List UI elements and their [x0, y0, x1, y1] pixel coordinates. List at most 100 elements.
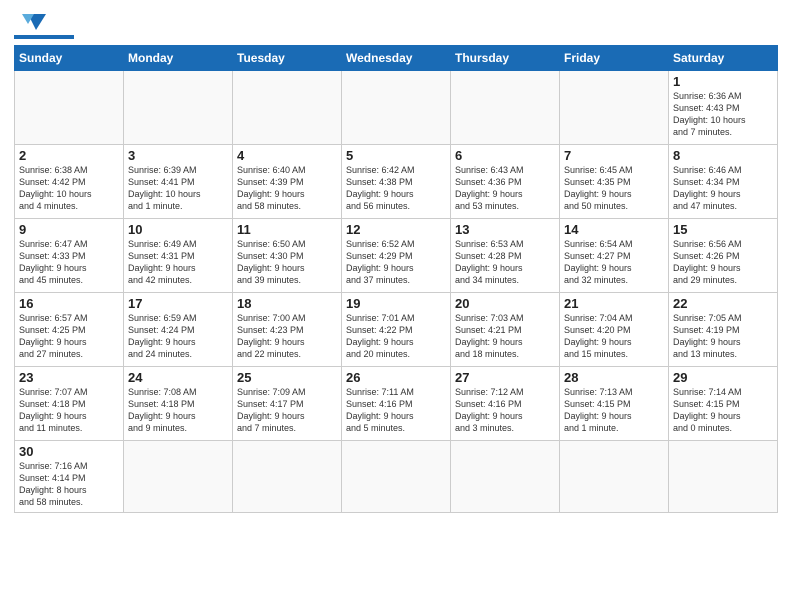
day-number: 30 — [19, 444, 119, 459]
day-info: Sunrise: 6:46 AM Sunset: 4:34 PM Dayligh… — [673, 164, 773, 213]
day-info: Sunrise: 7:04 AM Sunset: 4:20 PM Dayligh… — [564, 312, 664, 361]
day-info: Sunrise: 7:11 AM Sunset: 4:16 PM Dayligh… — [346, 386, 446, 435]
calendar-cell — [451, 71, 560, 145]
day-info: Sunrise: 6:43 AM Sunset: 4:36 PM Dayligh… — [455, 164, 555, 213]
calendar-header-sunday: Sunday — [15, 46, 124, 71]
calendar-table: SundayMondayTuesdayWednesdayThursdayFrid… — [14, 45, 778, 513]
calendar-cell: 22Sunrise: 7:05 AM Sunset: 4:19 PM Dayli… — [669, 293, 778, 367]
day-number: 24 — [128, 370, 228, 385]
calendar-cell: 8Sunrise: 6:46 AM Sunset: 4:34 PM Daylig… — [669, 145, 778, 219]
calendar-header-monday: Monday — [124, 46, 233, 71]
calendar-cell: 23Sunrise: 7:07 AM Sunset: 4:18 PM Dayli… — [15, 367, 124, 441]
day-number: 12 — [346, 222, 446, 237]
calendar-header-thursday: Thursday — [451, 46, 560, 71]
calendar-cell: 24Sunrise: 7:08 AM Sunset: 4:18 PM Dayli… — [124, 367, 233, 441]
calendar-cell: 30Sunrise: 7:16 AM Sunset: 4:14 PM Dayli… — [15, 441, 124, 513]
calendar-cell: 26Sunrise: 7:11 AM Sunset: 4:16 PM Dayli… — [342, 367, 451, 441]
day-info: Sunrise: 7:03 AM Sunset: 4:21 PM Dayligh… — [455, 312, 555, 361]
calendar-header-wednesday: Wednesday — [342, 46, 451, 71]
calendar-cell: 13Sunrise: 6:53 AM Sunset: 4:28 PM Dayli… — [451, 219, 560, 293]
page-container: SundayMondayTuesdayWednesdayThursdayFrid… — [0, 0, 792, 519]
calendar-cell — [560, 441, 669, 513]
calendar-cell — [233, 441, 342, 513]
calendar-cell — [342, 441, 451, 513]
day-info: Sunrise: 7:07 AM Sunset: 4:18 PM Dayligh… — [19, 386, 119, 435]
calendar-cell: 12Sunrise: 6:52 AM Sunset: 4:29 PM Dayli… — [342, 219, 451, 293]
calendar-week-row: 1Sunrise: 6:36 AM Sunset: 4:43 PM Daylig… — [15, 71, 778, 145]
calendar-header-tuesday: Tuesday — [233, 46, 342, 71]
calendar-cell: 27Sunrise: 7:12 AM Sunset: 4:16 PM Dayli… — [451, 367, 560, 441]
calendar-cell: 2Sunrise: 6:38 AM Sunset: 4:42 PM Daylig… — [15, 145, 124, 219]
day-info: Sunrise: 6:59 AM Sunset: 4:24 PM Dayligh… — [128, 312, 228, 361]
day-info: Sunrise: 6:40 AM Sunset: 4:39 PM Dayligh… — [237, 164, 337, 213]
calendar-cell: 11Sunrise: 6:50 AM Sunset: 4:30 PM Dayli… — [233, 219, 342, 293]
day-number: 10 — [128, 222, 228, 237]
day-number: 19 — [346, 296, 446, 311]
logo-underline — [14, 35, 74, 39]
day-info: Sunrise: 6:39 AM Sunset: 4:41 PM Dayligh… — [128, 164, 228, 213]
day-number: 13 — [455, 222, 555, 237]
calendar-cell — [669, 441, 778, 513]
day-number: 20 — [455, 296, 555, 311]
day-number: 25 — [237, 370, 337, 385]
calendar-week-row: 9Sunrise: 6:47 AM Sunset: 4:33 PM Daylig… — [15, 219, 778, 293]
calendar-header-friday: Friday — [560, 46, 669, 71]
calendar-cell: 15Sunrise: 6:56 AM Sunset: 4:26 PM Dayli… — [669, 219, 778, 293]
calendar-cell: 1Sunrise: 6:36 AM Sunset: 4:43 PM Daylig… — [669, 71, 778, 145]
calendar-cell: 10Sunrise: 6:49 AM Sunset: 4:31 PM Dayli… — [124, 219, 233, 293]
header — [14, 10, 778, 39]
calendar-cell: 21Sunrise: 7:04 AM Sunset: 4:20 PM Dayli… — [560, 293, 669, 367]
calendar-cell: 18Sunrise: 7:00 AM Sunset: 4:23 PM Dayli… — [233, 293, 342, 367]
day-info: Sunrise: 6:49 AM Sunset: 4:31 PM Dayligh… — [128, 238, 228, 287]
logo — [14, 10, 74, 39]
day-info: Sunrise: 7:13 AM Sunset: 4:15 PM Dayligh… — [564, 386, 664, 435]
calendar-cell — [15, 71, 124, 145]
calendar-cell — [342, 71, 451, 145]
day-info: Sunrise: 7:01 AM Sunset: 4:22 PM Dayligh… — [346, 312, 446, 361]
day-number: 26 — [346, 370, 446, 385]
day-number: 18 — [237, 296, 337, 311]
day-info: Sunrise: 6:56 AM Sunset: 4:26 PM Dayligh… — [673, 238, 773, 287]
day-info: Sunrise: 6:54 AM Sunset: 4:27 PM Dayligh… — [564, 238, 664, 287]
calendar-cell — [124, 441, 233, 513]
calendar-cell: 9Sunrise: 6:47 AM Sunset: 4:33 PM Daylig… — [15, 219, 124, 293]
day-number: 15 — [673, 222, 773, 237]
calendar-cell: 7Sunrise: 6:45 AM Sunset: 4:35 PM Daylig… — [560, 145, 669, 219]
day-number: 8 — [673, 148, 773, 163]
day-number: 2 — [19, 148, 119, 163]
day-number: 7 — [564, 148, 664, 163]
calendar-cell: 19Sunrise: 7:01 AM Sunset: 4:22 PM Dayli… — [342, 293, 451, 367]
calendar-cell: 14Sunrise: 6:54 AM Sunset: 4:27 PM Dayli… — [560, 219, 669, 293]
day-number: 23 — [19, 370, 119, 385]
day-info: Sunrise: 7:00 AM Sunset: 4:23 PM Dayligh… — [237, 312, 337, 361]
calendar-cell: 5Sunrise: 6:42 AM Sunset: 4:38 PM Daylig… — [342, 145, 451, 219]
day-info: Sunrise: 6:42 AM Sunset: 4:38 PM Dayligh… — [346, 164, 446, 213]
day-number: 22 — [673, 296, 773, 311]
day-number: 6 — [455, 148, 555, 163]
day-number: 29 — [673, 370, 773, 385]
calendar-header-row: SundayMondayTuesdayWednesdayThursdayFrid… — [15, 46, 778, 71]
day-info: Sunrise: 6:53 AM Sunset: 4:28 PM Dayligh… — [455, 238, 555, 287]
day-info: Sunrise: 7:09 AM Sunset: 4:17 PM Dayligh… — [237, 386, 337, 435]
day-info: Sunrise: 6:57 AM Sunset: 4:25 PM Dayligh… — [19, 312, 119, 361]
day-number: 3 — [128, 148, 228, 163]
calendar-cell — [233, 71, 342, 145]
calendar-week-row: 23Sunrise: 7:07 AM Sunset: 4:18 PM Dayli… — [15, 367, 778, 441]
day-info: Sunrise: 6:52 AM Sunset: 4:29 PM Dayligh… — [346, 238, 446, 287]
calendar-cell — [451, 441, 560, 513]
calendar-cell: 6Sunrise: 6:43 AM Sunset: 4:36 PM Daylig… — [451, 145, 560, 219]
day-number: 11 — [237, 222, 337, 237]
calendar-cell: 20Sunrise: 7:03 AM Sunset: 4:21 PM Dayli… — [451, 293, 560, 367]
day-number: 5 — [346, 148, 446, 163]
calendar-header-saturday: Saturday — [669, 46, 778, 71]
calendar-cell: 25Sunrise: 7:09 AM Sunset: 4:17 PM Dayli… — [233, 367, 342, 441]
day-number: 14 — [564, 222, 664, 237]
calendar-cell: 29Sunrise: 7:14 AM Sunset: 4:15 PM Dayli… — [669, 367, 778, 441]
day-number: 16 — [19, 296, 119, 311]
day-info: Sunrise: 7:12 AM Sunset: 4:16 PM Dayligh… — [455, 386, 555, 435]
day-info: Sunrise: 6:45 AM Sunset: 4:35 PM Dayligh… — [564, 164, 664, 213]
day-number: 27 — [455, 370, 555, 385]
day-number: 21 — [564, 296, 664, 311]
day-info: Sunrise: 6:36 AM Sunset: 4:43 PM Dayligh… — [673, 90, 773, 139]
calendar-week-row: 16Sunrise: 6:57 AM Sunset: 4:25 PM Dayli… — [15, 293, 778, 367]
